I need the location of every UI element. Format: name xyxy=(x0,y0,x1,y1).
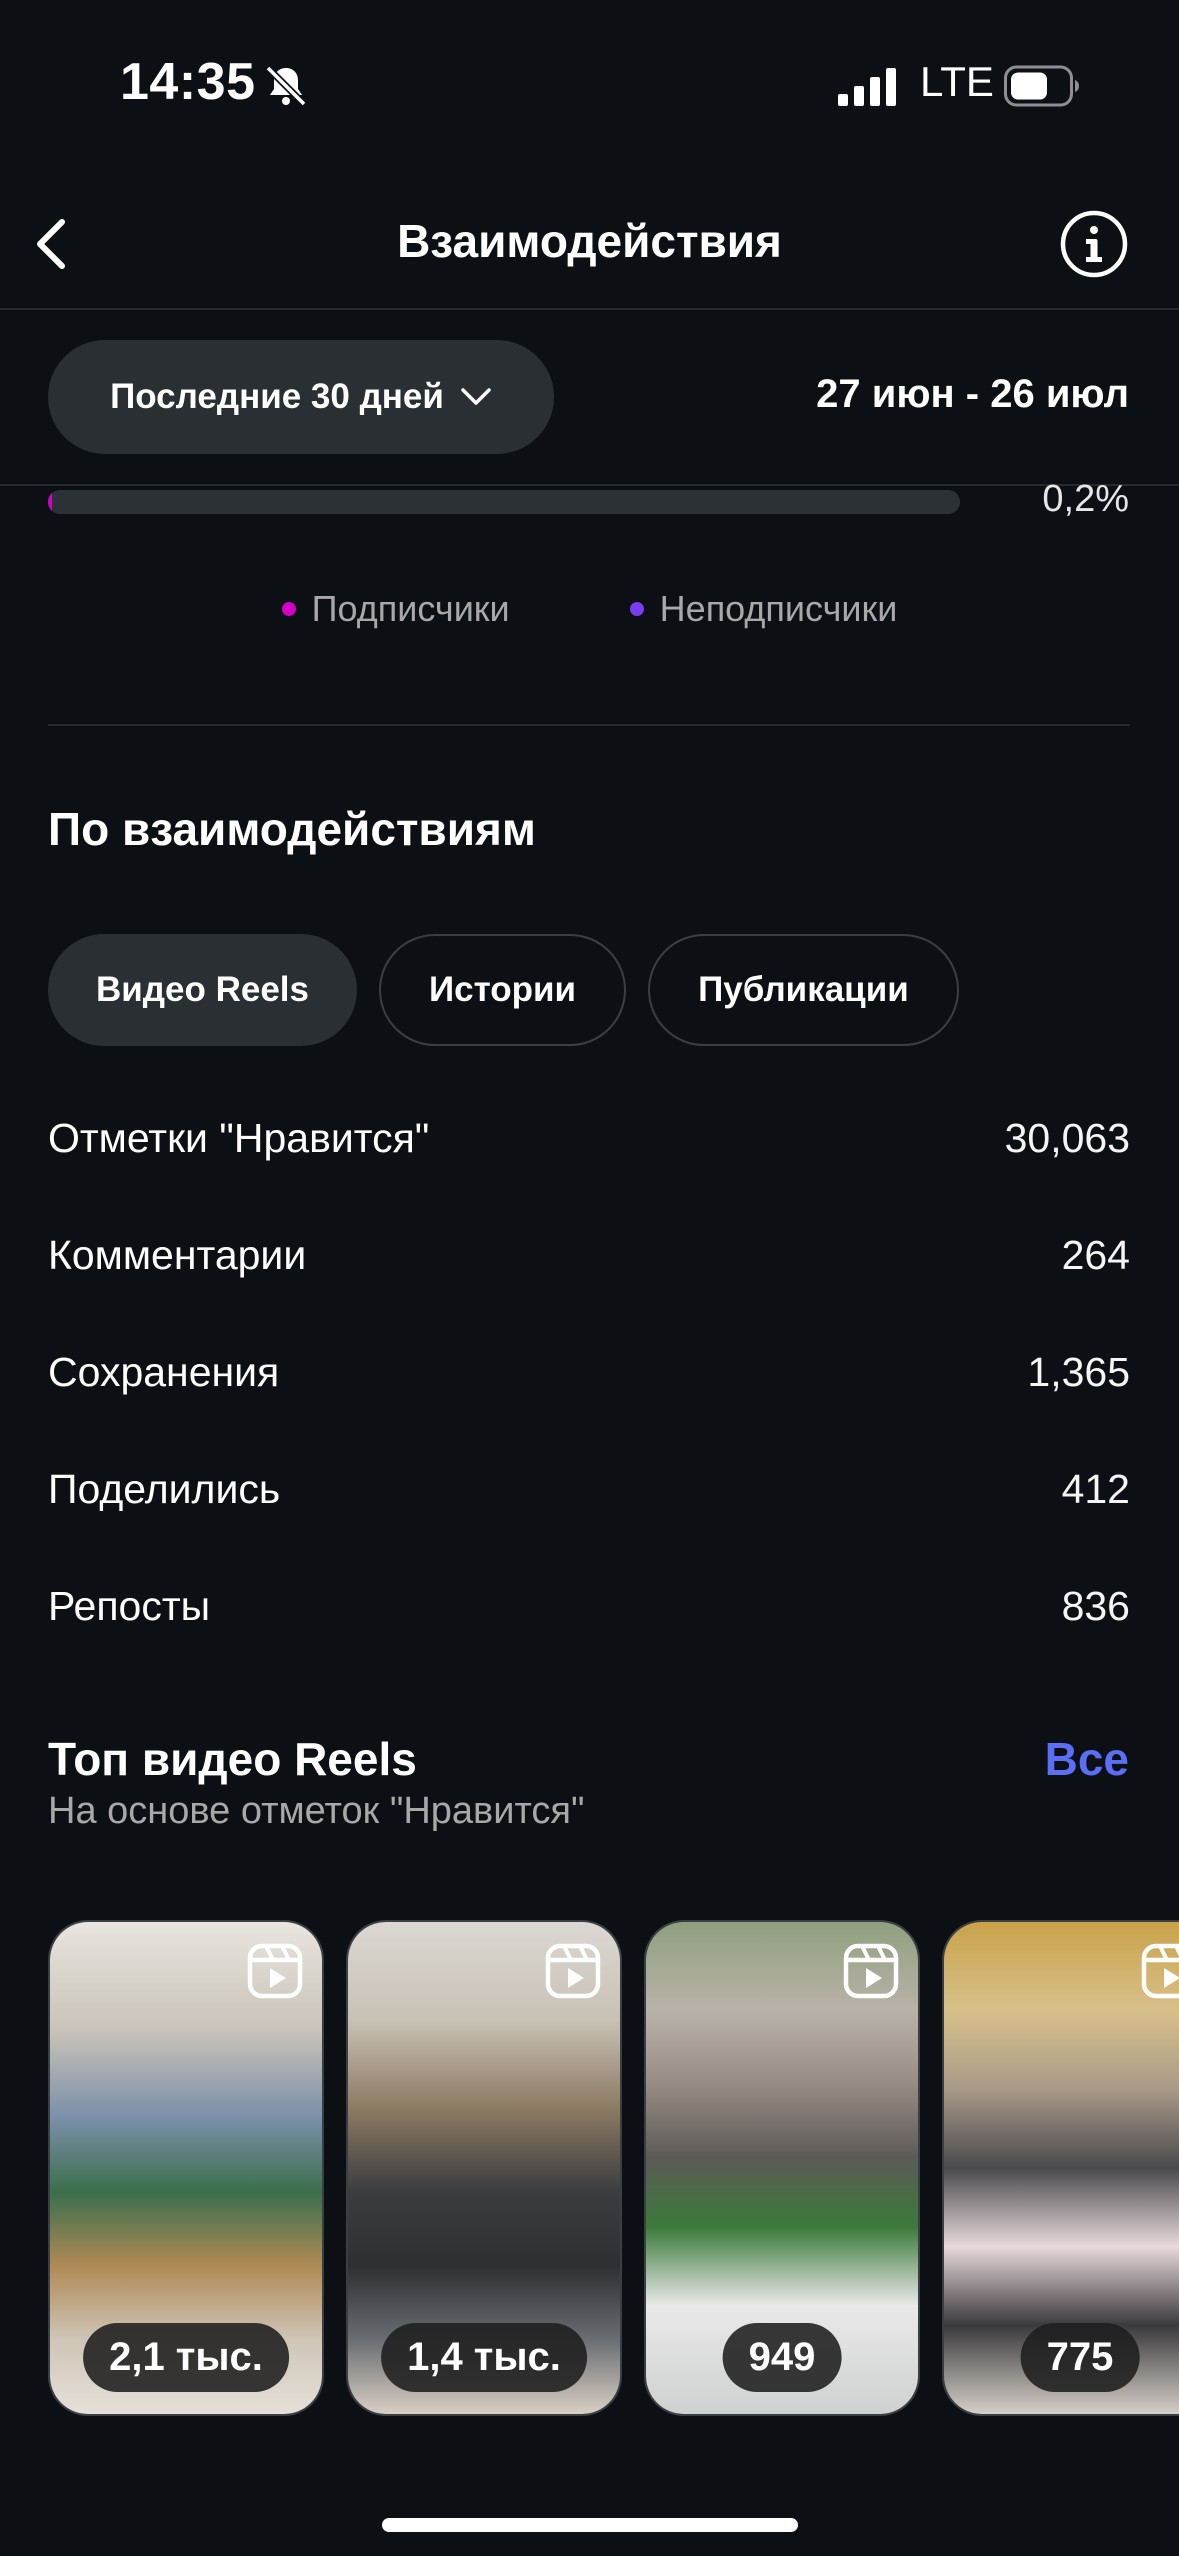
reel-likes-badge: 1,4 тыс. xyxy=(381,2323,587,2392)
audience-progress-bar xyxy=(48,490,960,514)
metric-label: Комментарии xyxy=(48,1232,307,1278)
top-reels-subtitle: На основе отметок "Нравится" xyxy=(48,1790,585,1832)
audience-legend: Подписчики Неподписчики xyxy=(0,588,1179,630)
legend-item-non-followers: Неподписчики xyxy=(629,588,898,630)
see-all-link[interactable]: Все xyxy=(1045,1732,1129,1786)
date-range-dropdown[interactable]: Последние 30 дней xyxy=(48,340,554,454)
breakdown-title: По взаимодействиям xyxy=(48,803,536,855)
metric-row-reposts: Репосты 836 xyxy=(48,1548,1130,1665)
tab-stories[interactable]: Истории xyxy=(378,934,627,1046)
audience-progress-percent: 0,2% xyxy=(1042,478,1129,520)
reels-icon xyxy=(545,1943,601,1999)
metric-row-saves: Сохранения 1,365 xyxy=(48,1314,1130,1431)
page-title: Взаимодействия xyxy=(397,215,782,267)
metric-value: 836 xyxy=(1061,1583,1130,1629)
battery-icon xyxy=(1004,65,1079,107)
info-button[interactable] xyxy=(1058,208,1130,280)
metric-label: Репосты xyxy=(48,1583,211,1629)
metric-label: Сохранения xyxy=(48,1349,280,1395)
reel-likes-badge: 949 xyxy=(722,2323,842,2392)
reels-icon xyxy=(843,1943,899,1999)
metric-value: 264 xyxy=(1061,1232,1130,1278)
top-reels-title: Топ видео Reels xyxy=(48,1733,417,1785)
metric-value: 30,063 xyxy=(1004,1115,1130,1161)
date-range-label: 27 июн - 26 июл xyxy=(816,372,1129,416)
reel-likes-badge: 775 xyxy=(1020,2323,1140,2392)
metric-value: 412 xyxy=(1061,1466,1130,1512)
legend-label-followers: Подписчики xyxy=(311,588,510,629)
reels-icon xyxy=(1141,1943,1179,1999)
reel-thumbnail[interactable]: 1,4 тыс. xyxy=(346,1920,622,2416)
metric-row-shares: Поделились 412 xyxy=(48,1431,1130,1548)
network-label: LTE xyxy=(920,58,994,105)
chevron-down-icon xyxy=(461,388,491,405)
reel-thumbnail[interactable]: 775 xyxy=(942,1920,1179,2416)
tab-posts[interactable]: Публикации xyxy=(648,934,959,1046)
bell-off-icon xyxy=(265,65,307,107)
reels-icon xyxy=(247,1943,303,1999)
audience-progress-fill xyxy=(48,490,52,514)
reel-likes-badge: 2,1 тыс. xyxy=(83,2323,289,2392)
legend-item-followers: Подписчики xyxy=(281,588,510,630)
legend-dot-followers xyxy=(281,602,296,616)
date-range-dropdown-label: Последние 30 дней xyxy=(110,377,444,416)
metric-row-comments: Комментарии 264 xyxy=(48,1197,1130,1314)
reel-thumbnail[interactable]: 949 xyxy=(644,1920,920,2416)
metric-value: 1,365 xyxy=(1027,1349,1130,1395)
top-reels-carousel: 2,1 тыс. 1,4 тыс. 949 775 xyxy=(48,1920,1179,2420)
metric-row-likes: Отметки "Нравится" 30,063 xyxy=(48,1080,1130,1197)
metric-label: Отметки "Нравится" xyxy=(48,1115,430,1161)
reel-thumbnail[interactable]: 2,1 тыс. xyxy=(48,1920,324,2416)
signal-icon xyxy=(838,68,896,106)
legend-label-non-followers: Неподписчики xyxy=(659,588,898,629)
content-type-tabs: Видео Reels Истории Публикации xyxy=(48,934,959,1046)
status-time: 14:35 xyxy=(120,53,256,111)
section-divider xyxy=(48,724,1130,726)
metrics-list: Отметки "Нравится" 30,063 Комментарии 26… xyxy=(48,1080,1130,1665)
tab-reels[interactable]: Видео Reels xyxy=(48,934,357,1046)
range-divider xyxy=(0,484,1179,486)
home-indicator xyxy=(382,2518,798,2532)
metric-label: Поделились xyxy=(48,1466,281,1512)
header-divider xyxy=(0,308,1179,310)
legend-dot-non-followers xyxy=(629,602,644,616)
